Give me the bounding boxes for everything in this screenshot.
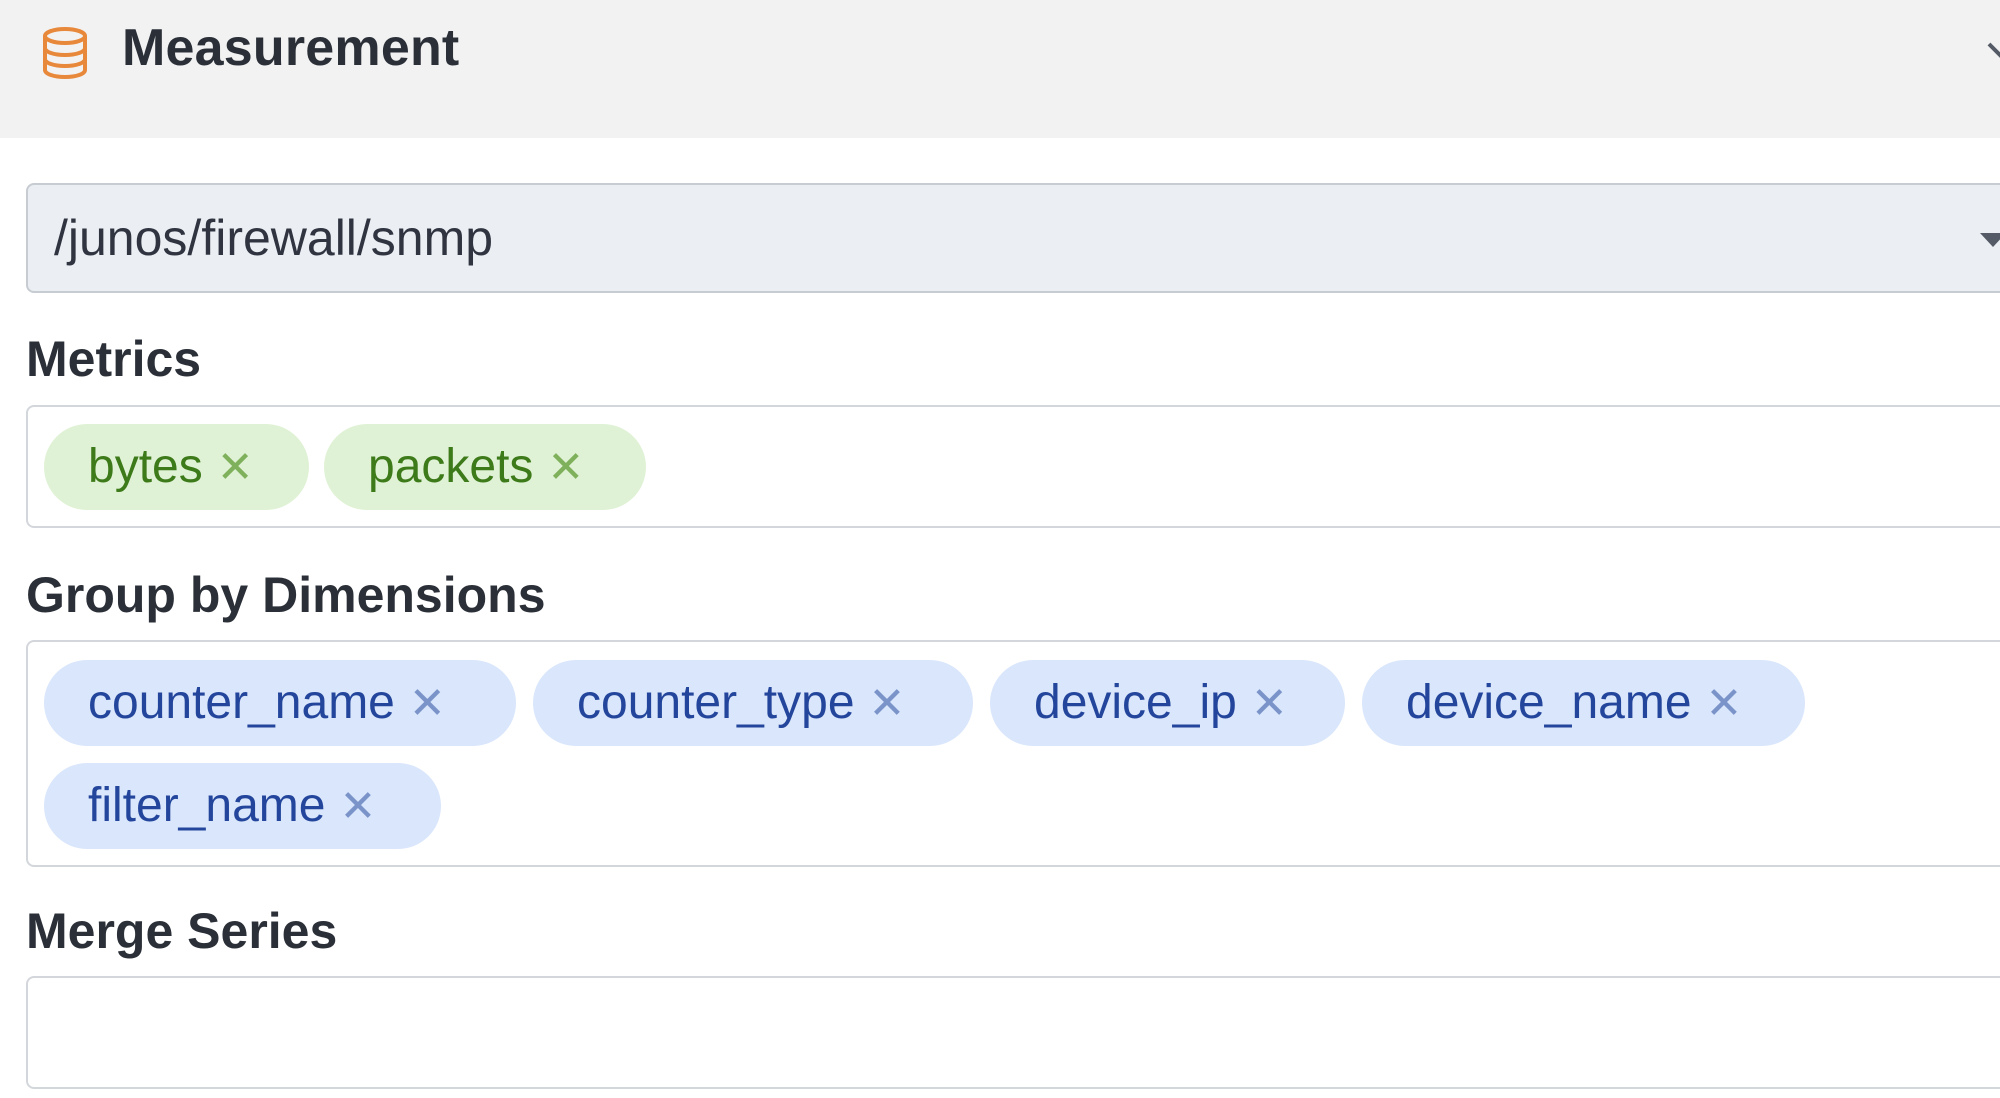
dimension-tag-counter-name: counter_name ✕	[44, 660, 516, 746]
merge-series-label: Merge Series	[26, 903, 338, 959]
group-by-tag-input[interactable]: counter_name ✕ counter_type ✕ device_ip ✕ d…	[26, 640, 2000, 867]
tag-label: packets	[368, 440, 534, 493]
dimension-tag-filter-name: filter_name ✕	[44, 763, 441, 849]
measurement-select-value: /junos/firewall/snmp	[54, 210, 494, 266]
tag-label: device_name	[1406, 676, 1692, 729]
tag-label: filter_name	[88, 779, 326, 832]
remove-tag-icon[interactable]: ✕	[409, 661, 446, 747]
remove-tag-icon[interactable]: ✕	[1251, 661, 1288, 747]
chevron-down-icon[interactable]	[1985, 40, 2000, 60]
metric-tag-packets: packets ✕	[324, 424, 646, 510]
metrics-label: Metrics	[26, 331, 202, 387]
group-by-label: Group by Dimensions	[26, 567, 546, 623]
tag-label: counter_type	[577, 676, 855, 729]
measurement-section-header[interactable]: Measurement	[0, 0, 2000, 138]
tag-label: counter_name	[88, 676, 395, 729]
remove-tag-icon[interactable]: ✕	[1706, 661, 1743, 747]
remove-tag-icon[interactable]: ✕	[339, 764, 376, 850]
section-title: Measurement	[122, 19, 460, 77]
caret-down-icon[interactable]	[1978, 229, 2000, 251]
metric-tag-bytes: bytes ✕	[44, 424, 309, 510]
tag-label: bytes	[88, 440, 203, 493]
dimension-tag-device-ip: device_ip ✕	[990, 660, 1345, 746]
remove-tag-icon[interactable]: ✕	[547, 425, 584, 511]
remove-tag-icon[interactable]: ✕	[217, 425, 254, 511]
dimension-tag-counter-type: counter_type ✕	[533, 660, 973, 746]
measurement-select[interactable]: /junos/firewall/snmp	[26, 183, 2000, 293]
database-icon	[43, 27, 87, 80]
tag-label: device_ip	[1034, 676, 1237, 729]
dimension-tag-device-name: device_name ✕	[1362, 660, 1805, 746]
metrics-tag-input[interactable]: bytes ✕ packets ✕	[26, 405, 2000, 528]
remove-tag-icon[interactable]: ✕	[869, 661, 906, 747]
merge-series-input[interactable]	[26, 976, 2000, 1089]
